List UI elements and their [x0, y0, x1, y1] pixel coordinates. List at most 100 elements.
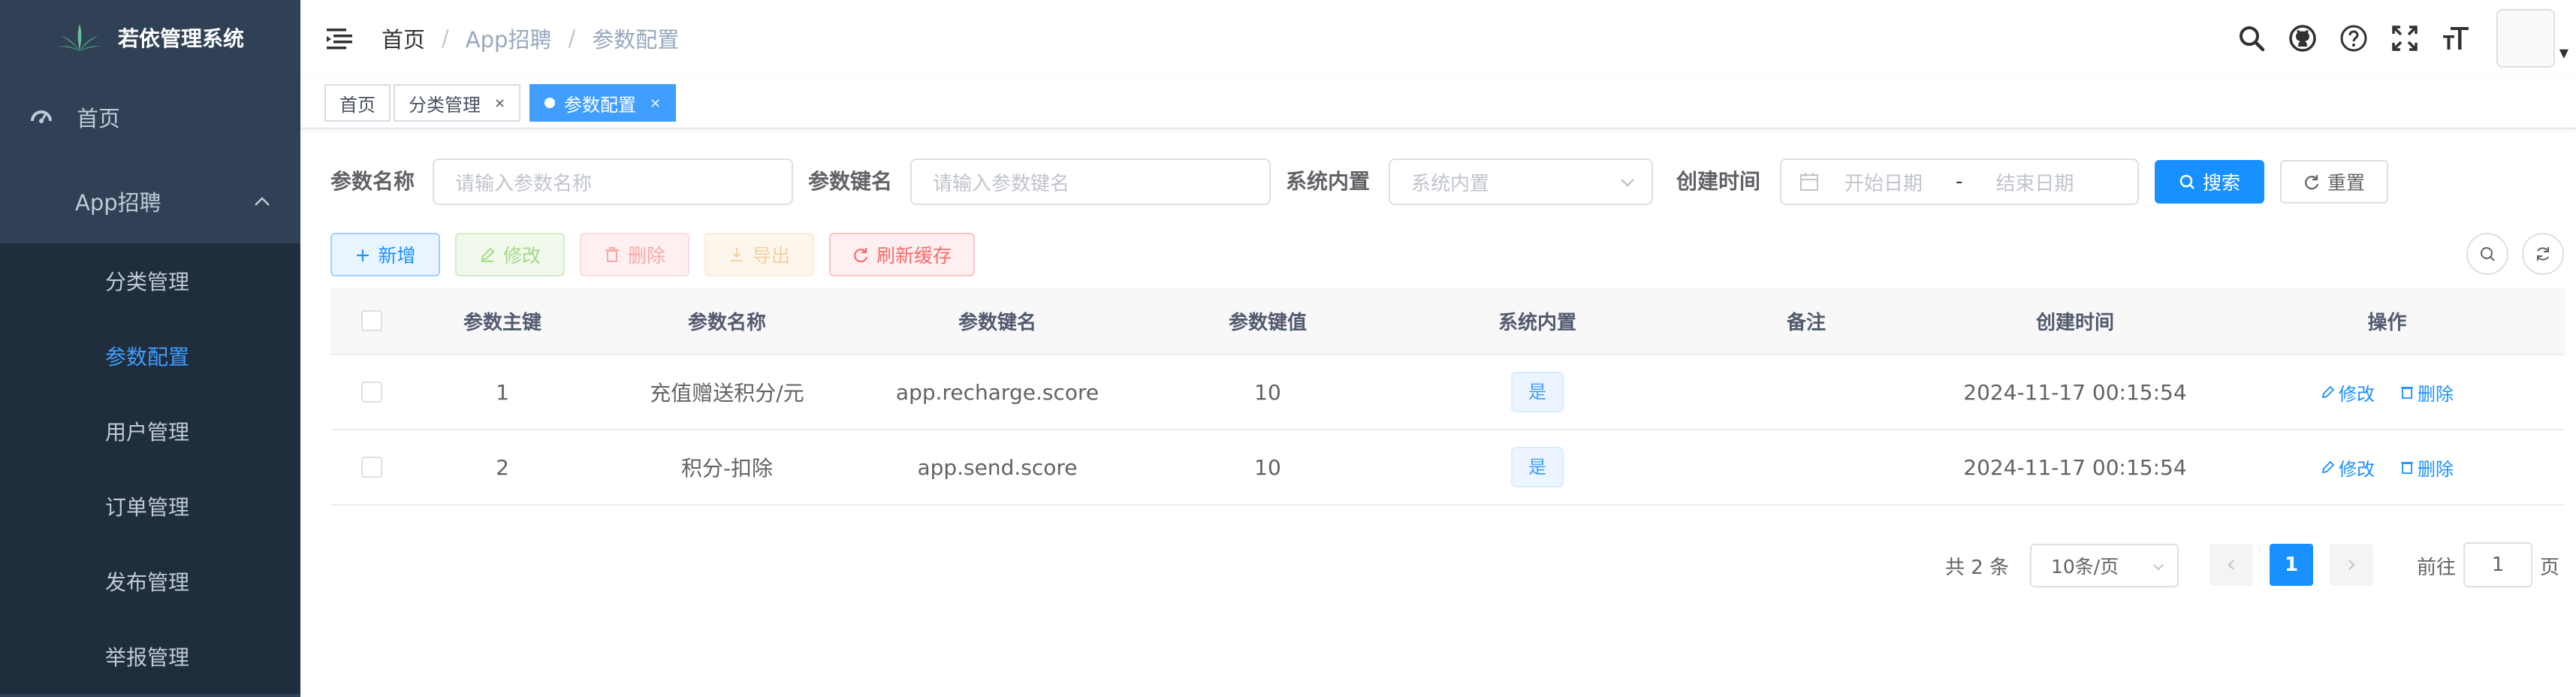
- param-name-placeholder: 请输入参数名称: [455, 172, 593, 195]
- sidebar-item-publish[interactable]: 发布管理: [0, 544, 300, 619]
- breadcrumb-home[interactable]: 首页: [382, 23, 425, 54]
- page-size-select[interactable]: 10条/页: [2030, 544, 2179, 587]
- help-icon[interactable]: [2339, 23, 2369, 53]
- plus-icon: +: [354, 243, 371, 266]
- sidebar-group-app-recruit[interactable]: App招聘: [0, 159, 300, 243]
- cell-name: 积分-扣除: [680, 456, 774, 481]
- close-icon[interactable]: ×: [650, 95, 661, 111]
- end-date-placeholder: 结束日期: [1995, 172, 2074, 195]
- params-table: 参数主键 参数名称 参数键名 参数键值 系统内置 备注 创建时间 操作 1 充值…: [330, 288, 2565, 505]
- row-select-cell: [330, 457, 413, 478]
- hamburger-icon[interactable]: [324, 23, 354, 53]
- logo-icon: [57, 24, 101, 51]
- sidebar-submenu: 分类管理 参数配置 用户管理 订单管理 发布管理 举报管理: [0, 243, 300, 694]
- search-button[interactable]: 搜索: [2155, 160, 2264, 204]
- goto-page-input[interactable]: 1: [2463, 542, 2532, 587]
- breadcrumb-separator: /: [442, 26, 449, 51]
- navbar-right-menu: ▼: [2237, 0, 2576, 77]
- select-all-checkbox[interactable]: [361, 310, 382, 331]
- export-button[interactable]: 导出: [704, 233, 814, 276]
- close-icon[interactable]: ×: [494, 95, 505, 111]
- cell-actions: 修改 删除: [2210, 454, 2565, 481]
- header-cell: 参数键值: [1228, 311, 1307, 334]
- sidebar-item-label: 订单管理: [105, 495, 190, 520]
- row-checkbox[interactable]: [361, 457, 382, 478]
- header-cell-select: [330, 310, 413, 331]
- sidebar-logo[interactable]: 若依管理系统: [0, 0, 300, 75]
- prev-page-button[interactable]: [2210, 544, 2253, 586]
- table-row[interactable]: 1 充值赠送积分/元 app.recharge.score 10 是 2024-…: [330, 355, 2565, 430]
- delete-button-label: 删除: [627, 245, 665, 267]
- page-number-current[interactable]: 1: [2270, 544, 2313, 586]
- table-header: 参数主键 参数名称 参数键名 参数键值 系统内置 备注 创建时间 操作: [330, 288, 2565, 355]
- sidebar-item-params[interactable]: 参数配置: [0, 318, 300, 394]
- cell-builtin: 是: [1403, 372, 1672, 412]
- sidebar-item-reports[interactable]: 举报管理: [0, 619, 300, 694]
- sidebar-item-category[interactable]: 分类管理: [0, 243, 300, 318]
- github-icon[interactable]: [2288, 23, 2318, 53]
- trash-icon: [2400, 462, 2413, 474]
- row-delete-label: 删除: [2417, 383, 2454, 405]
- user-avatar-dropdown[interactable]: ▼: [2496, 9, 2568, 68]
- row-delete-label: 删除: [2417, 458, 2454, 480]
- builtin-placeholder: 系统内置: [1411, 172, 1490, 195]
- breadcrumb-separator: /: [568, 26, 576, 51]
- sidebar-group-label: App招聘: [75, 190, 161, 216]
- fullscreen-icon[interactable]: [2390, 23, 2420, 53]
- row-edit-link[interactable]: 修改: [2321, 454, 2375, 481]
- page-size-value: 10条/页: [2051, 556, 2119, 578]
- dashboard-icon: [31, 110, 52, 123]
- sidebar-item-users[interactable]: 用户管理: [0, 394, 300, 469]
- tag-label: 首页: [339, 94, 376, 116]
- calendar-icon: [1800, 173, 1818, 191]
- reset-button[interactable]: 重置: [2280, 160, 2388, 204]
- refresh-cache-button-label: 刷新缓存: [876, 245, 952, 267]
- builtin-tag: 是: [1511, 447, 1564, 487]
- date-range-picker[interactable]: 开始日期 - 结束日期: [1780, 158, 2139, 205]
- cell-created: 2024-11-17 00:15:54: [1963, 379, 2187, 405]
- search-icon[interactable]: [2237, 23, 2267, 53]
- search-button-label: 搜索: [2202, 172, 2240, 194]
- tag-label: 分类管理: [409, 94, 481, 116]
- cell-value: 10: [1254, 454, 1281, 480]
- font-size-icon[interactable]: [2441, 23, 2471, 53]
- edit-button[interactable]: 修改: [455, 233, 565, 276]
- search-icon: [2179, 174, 2194, 189]
- pagination-total: 共 2 条: [1945, 557, 2010, 579]
- breadcrumb-app-recruit: App招聘: [465, 27, 552, 53]
- row-delete-link[interactable]: 删除: [2400, 454, 2454, 481]
- sidebar-item-home[interactable]: 首页: [0, 75, 300, 159]
- download-icon: [730, 248, 743, 261]
- tags-view: 首页 分类管理 × 参数配置 ×: [300, 77, 2576, 128]
- row-edit-link[interactable]: 修改: [2321, 379, 2375, 406]
- delete-button[interactable]: 删除: [580, 233, 689, 276]
- tag-home[interactable]: 首页: [324, 84, 391, 122]
- refresh-cache-button[interactable]: 刷新缓存: [829, 233, 975, 276]
- breadcrumb-current: 参数配置: [592, 27, 680, 53]
- param-key-label: 参数键名: [808, 169, 893, 194]
- reset-button-label: 重置: [2327, 172, 2365, 194]
- cell-id: 1: [496, 379, 509, 405]
- edit-button-label: 修改: [502, 245, 541, 267]
- param-key-placeholder: 请输入参数键名: [933, 172, 1070, 195]
- breadcrumb: 首页 / App招聘 / 参数配置: [382, 23, 679, 54]
- refresh-icon: [2537, 247, 2549, 261]
- row-checkbox[interactable]: [361, 382, 382, 403]
- tag-category[interactable]: 分类管理 ×: [394, 84, 521, 122]
- tag-params-active[interactable]: 参数配置 ×: [529, 84, 677, 122]
- add-button[interactable]: + 新增: [330, 233, 440, 276]
- builtin-select[interactable]: 系统内置: [1389, 158, 1653, 205]
- toggle-search-button[interactable]: [2466, 233, 2508, 275]
- table-row[interactable]: 2 积分-扣除 app.send.score 10 是 2024-11-17 0…: [330, 430, 2565, 505]
- header-cell: 参数名称: [687, 311, 766, 334]
- chevron-down-icon: [1621, 179, 1634, 187]
- param-name-input[interactable]: 请输入参数名称: [433, 158, 793, 205]
- param-key-input[interactable]: 请输入参数键名: [910, 158, 1271, 205]
- header-cell: 系统内置: [1498, 311, 1576, 334]
- cell-value: 10: [1254, 379, 1281, 405]
- sidebar-item-orders[interactable]: 订单管理: [0, 469, 300, 544]
- app-root: 若依管理系统 首页 App招聘 分类管理 参数配置 用户管理 订单管理 发布管理…: [0, 0, 2576, 697]
- next-page-button[interactable]: [2330, 544, 2373, 586]
- refresh-table-button[interactable]: [2522, 233, 2564, 275]
- row-delete-link[interactable]: 删除: [2400, 379, 2454, 406]
